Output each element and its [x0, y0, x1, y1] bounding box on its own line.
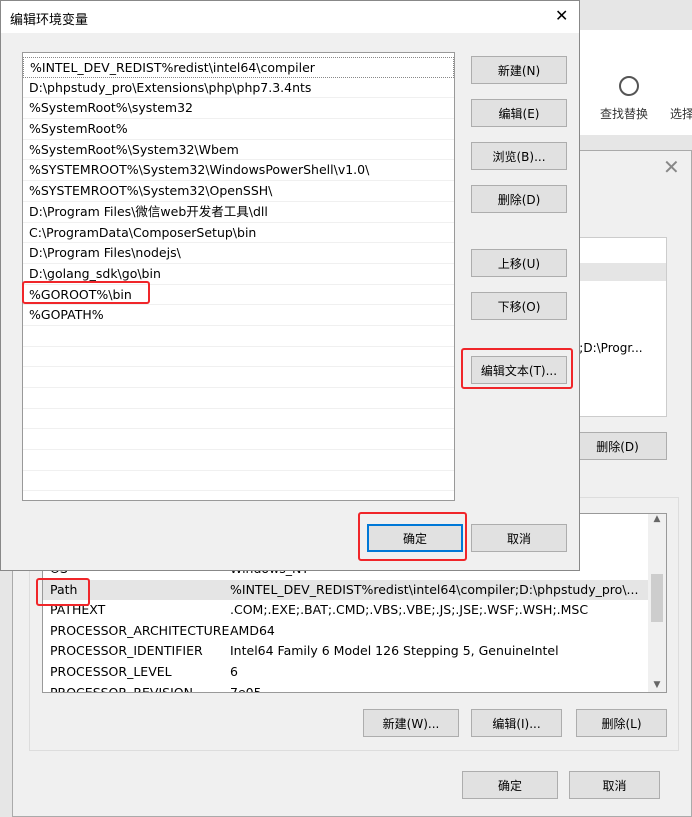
- search-icon: [619, 76, 639, 96]
- list-item[interactable]: %SYSTEMROOT%\System32\WindowsPowerShell\…: [23, 160, 454, 182]
- list-item[interactable]: %SystemRoot%: [23, 119, 454, 140]
- scroll-down-icon[interactable]: ▼: [648, 680, 666, 690]
- delete-button[interactable]: 删除(D): [471, 185, 567, 213]
- scroll-up-icon[interactable]: ▲: [648, 514, 666, 524]
- table-row[interactable]: PROCESSOR_REVISION 7e05: [43, 683, 649, 692]
- table-row-path[interactable]: Path %INTEL_DEV_REDIST%redist\intel64\com…: [43, 579, 649, 601]
- highlight-edit-text: [461, 348, 573, 389]
- table-row[interactable]: PROCESSOR_IDENTIFIER Intel64 Family 6 Mod…: [43, 641, 649, 662]
- title-bar: 编辑环境变量 ✕: [1, 1, 579, 33]
- highlight-ok: [358, 512, 467, 561]
- move-down-button[interactable]: 下移(O): [471, 292, 567, 320]
- list-item[interactable]: D:\Program Files\nodejs\: [23, 243, 454, 264]
- select-button[interactable]: 选择: [670, 105, 692, 122]
- highlight-goroot: [22, 281, 150, 304]
- system-delete-button[interactable]: 删除(L): [576, 709, 667, 737]
- system-edit-button[interactable]: 编辑(I)...: [471, 709, 562, 737]
- list-item[interactable]: D:\Program Files\微信web开发者工具\dll: [23, 202, 454, 223]
- list-item[interactable]: %SystemRoot%\system32: [23, 98, 454, 120]
- env-cancel-button[interactable]: 取消: [569, 771, 660, 799]
- new-button[interactable]: 新建(N): [471, 56, 567, 84]
- user-delete-button[interactable]: 删除(D): [568, 432, 667, 460]
- list-item[interactable]: %SYSTEMROOT%\System32\OpenSSH\: [23, 181, 454, 202]
- list-item[interactable]: %GOPATH%: [23, 305, 454, 326]
- env-ok-button[interactable]: 确定: [462, 771, 558, 799]
- list-item[interactable]: %INTEL_DEV_REDIST%redist\intel64\compile…: [23, 57, 454, 78]
- table-row[interactable]: PROCESSOR_ARCHITECTURE AMD64: [43, 621, 649, 642]
- close-icon[interactable]: ✕: [663, 155, 680, 179]
- path-list[interactable]: %INTEL_DEV_REDIST%redist\intel64\compile…: [22, 52, 455, 501]
- table-row[interactable]: PROCESSOR_LEVEL 6: [43, 662, 649, 683]
- user-vars-list[interactable]: s;;D:\Progr...: [568, 237, 667, 417]
- list-item[interactable]: %SystemRoot%\System32\Wbem: [23, 140, 454, 161]
- dialog-title: 编辑环境变量: [10, 13, 89, 28]
- edit-button[interactable]: 编辑(E): [471, 99, 567, 127]
- browse-button[interactable]: 浏览(B)...: [471, 142, 567, 170]
- scrollbar[interactable]: ▲ ▼: [648, 514, 666, 692]
- list-item[interactable]: D:\phpstudy_pro\Extensions\php\php7.3.4n…: [23, 78, 454, 99]
- find-replace-button[interactable]: 查找替换: [600, 105, 648, 122]
- list-item[interactable]: C:\ProgramData\ComposerSetup\bin: [23, 223, 454, 244]
- close-icon[interactable]: ✕: [555, 6, 568, 25]
- move-up-button[interactable]: 上移(U): [471, 249, 567, 277]
- user-var-value: s;;D:\Progr...: [569, 341, 643, 355]
- system-new-button[interactable]: 新建(W)...: [363, 709, 459, 737]
- table-row[interactable]: PATHEXT .COM;.EXE;.BAT;.CMD;.VBS;.VBE;.JS…: [43, 600, 649, 621]
- highlight-path: [36, 578, 90, 606]
- cancel-button[interactable]: 取消: [471, 524, 567, 552]
